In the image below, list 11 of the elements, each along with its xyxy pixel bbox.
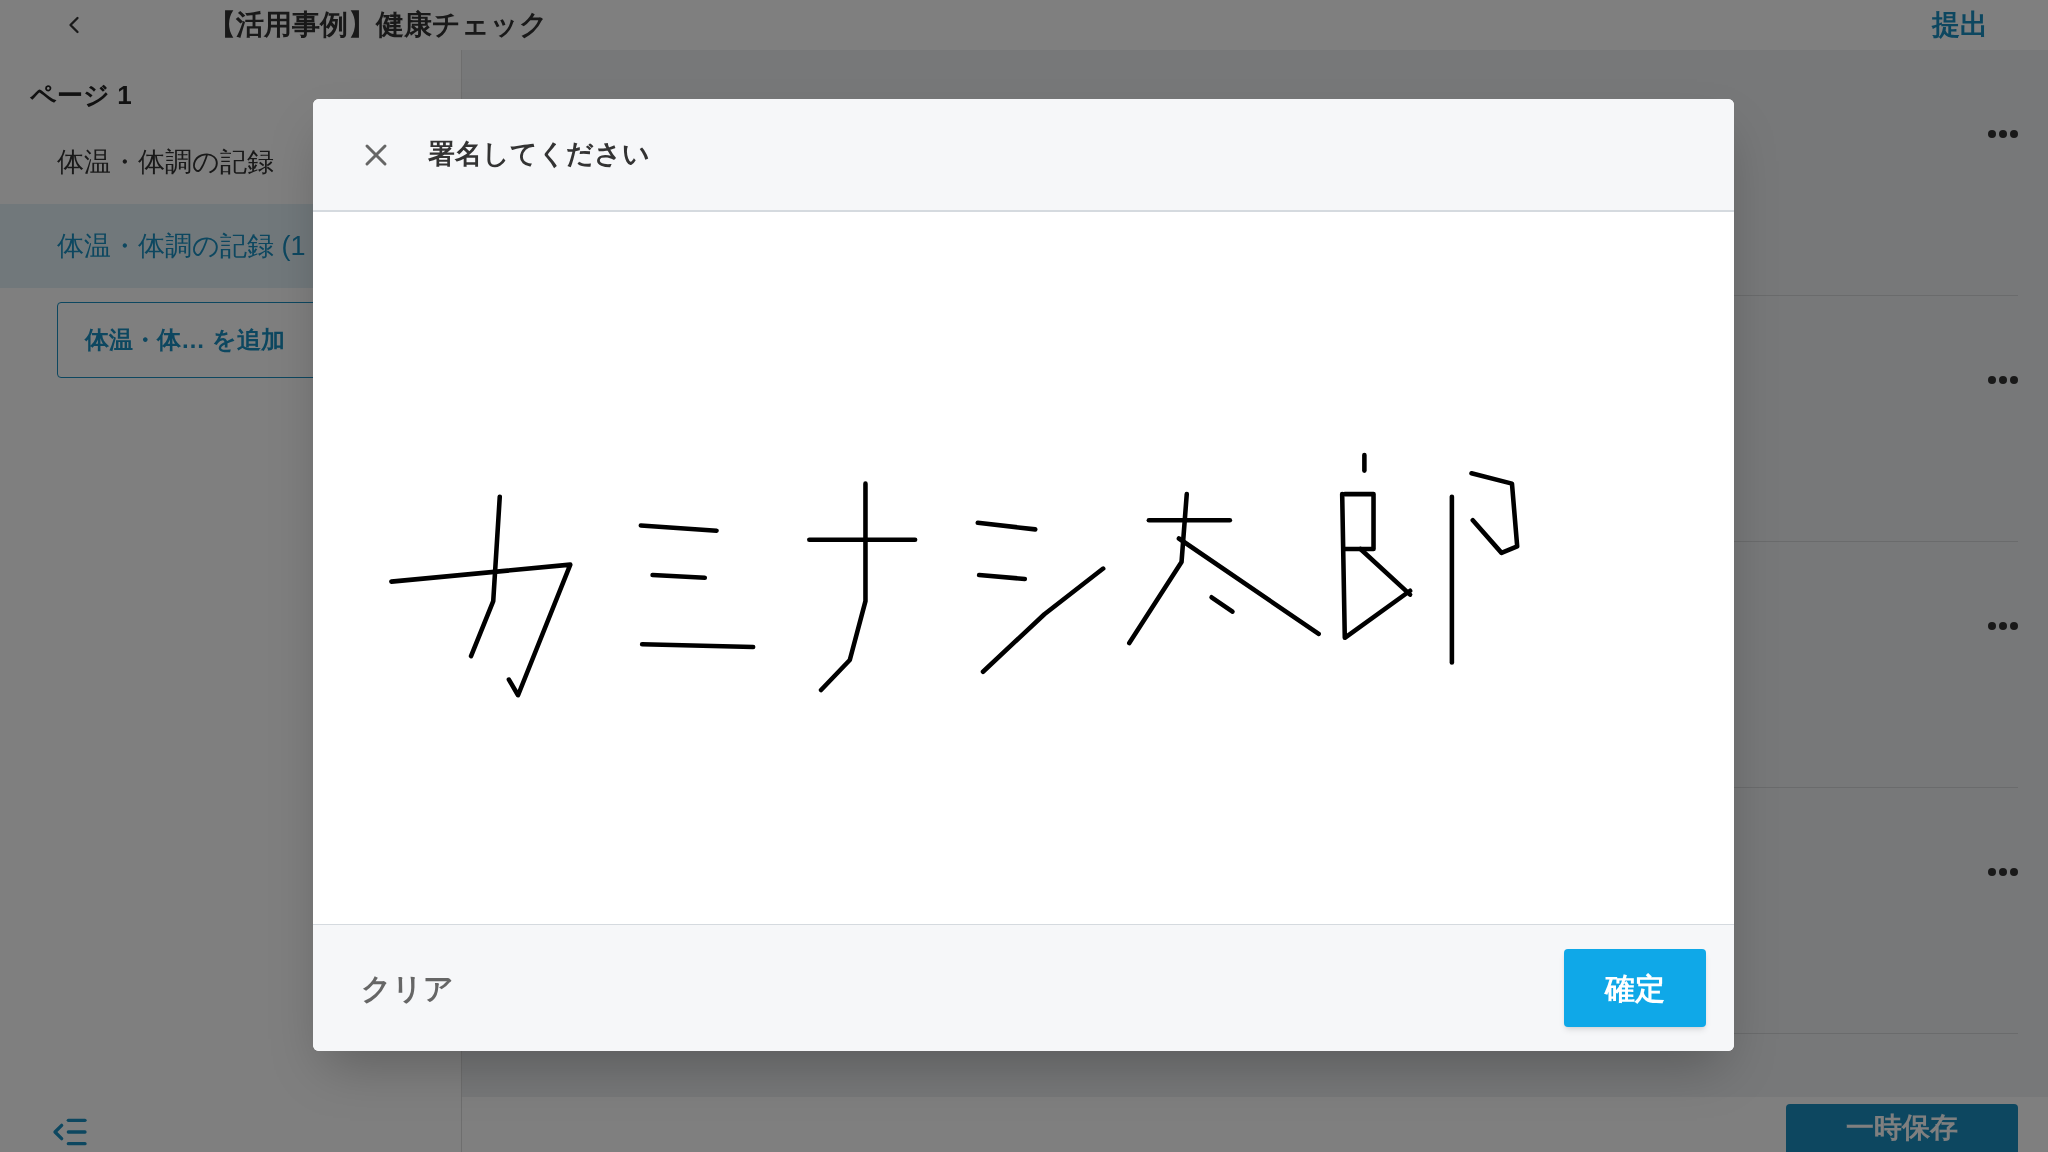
submit-button[interactable]: 提出 [1932,4,1988,46]
more-icon[interactable] [1988,868,2018,876]
dialog-title: 署名してください [428,138,650,172]
confirm-button[interactable]: 確定 [1564,949,1706,1028]
clear-button[interactable]: クリア [341,965,474,1011]
page-label: ページ 1 [29,78,133,112]
more-icon[interactable] [1988,376,2018,384]
more-icon[interactable] [1988,130,2018,138]
save-button[interactable]: 一時保存 [1786,1104,2018,1152]
page-title: 【活用事例】健康チェック [208,8,549,42]
more-icon[interactable] [1988,622,2018,630]
